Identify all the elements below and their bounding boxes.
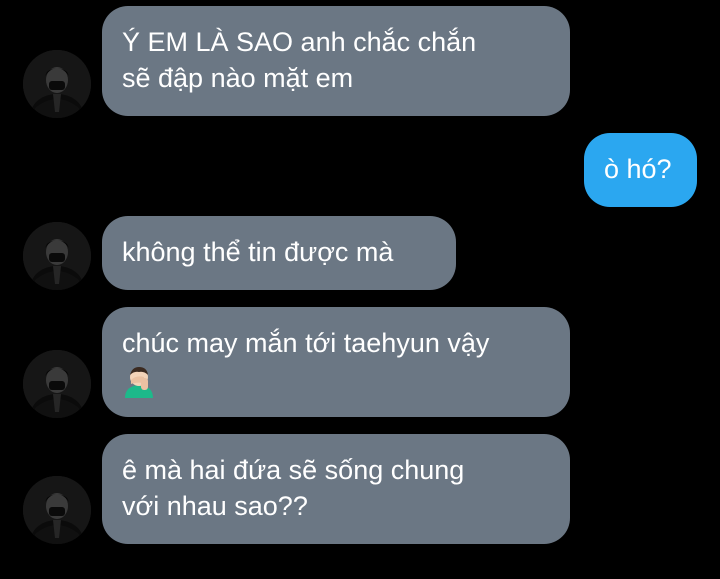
avatar-photo-icon — [23, 350, 91, 418]
message-text: ò hó? — [604, 154, 672, 184]
message-text: ê mà hai đứa sẽ sống chung — [122, 455, 465, 485]
message-text: sẽ đập nào mặt em — [122, 63, 354, 93]
man-facepalming-emoji-icon — [122, 364, 156, 398]
avatar-photo-icon — [23, 50, 91, 118]
message-bubble-incoming[interactable]: chúc may mắn tới taehyun vậy — [102, 307, 570, 417]
message-bubble-incoming[interactable]: ê mà hai đứa sẽ sống chung với nhau sao?… — [102, 434, 570, 544]
message-text: với nhau sao?? — [122, 491, 308, 521]
message-bubble-outgoing[interactable]: ò hó? — [584, 133, 697, 207]
contact-avatar[interactable] — [23, 222, 91, 290]
avatar-photo-icon — [23, 476, 91, 544]
contact-avatar[interactable] — [23, 476, 91, 544]
message-text: chúc may mắn tới taehyun vậy — [122, 328, 490, 358]
message-bubble-incoming[interactable]: Ý EM LÀ SAO anh chắc chắn sẽ đập nào mặt… — [102, 6, 570, 116]
message-text: Ý EM LÀ SAO anh chắc chắn — [122, 27, 477, 57]
contact-avatar[interactable] — [23, 350, 91, 418]
message-text: không thể tin được mà — [122, 237, 394, 267]
message-bubble-incoming[interactable]: không thể tin được mà — [102, 216, 456, 290]
avatar-photo-icon — [23, 222, 91, 290]
contact-avatar[interactable] — [23, 50, 91, 118]
